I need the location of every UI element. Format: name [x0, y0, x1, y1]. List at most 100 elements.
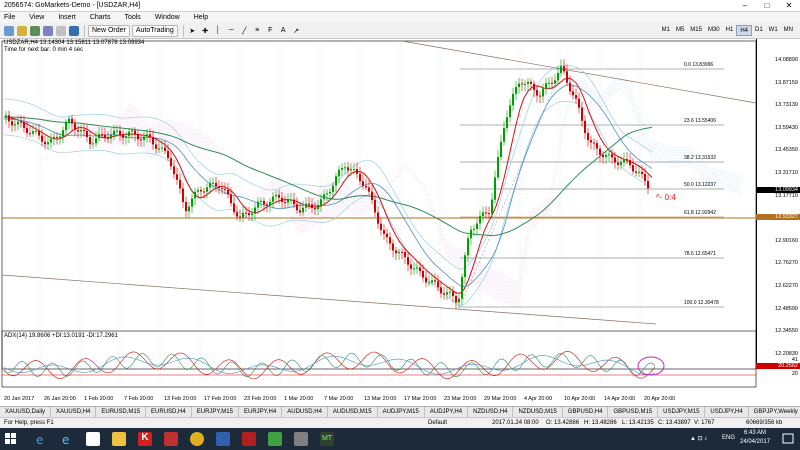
close-icon[interactable]: ✕ [778, 1, 800, 10]
new-order-button[interactable]: New Order [88, 24, 130, 37]
candle-body [464, 255, 466, 278]
cursor-icon[interactable]: ➤ [187, 25, 198, 37]
chart-tab[interactable]: NZDUSD,M15 [513, 407, 563, 417]
minimize-icon[interactable]: – [734, 1, 756, 10]
menu-help[interactable]: Help [194, 14, 208, 21]
chart-tab[interactable]: EURUSD,M15 [96, 407, 147, 417]
media-icon[interactable] [164, 432, 178, 446]
hline-price-label: 12.93327 [756, 214, 800, 220]
chart-tab[interactable]: EURJPY,M15 [192, 407, 239, 417]
price-tick: 13.17710 [775, 192, 798, 199]
chart-tab[interactable]: GBPUSD,M15 [608, 407, 659, 417]
edge-icon[interactable]: e [60, 432, 74, 447]
price-chart[interactable] [0, 39, 800, 406]
app-icon[interactable] [294, 432, 308, 446]
candle-body [485, 212, 487, 214]
tf-h1[interactable]: H1 [723, 25, 737, 36]
candle-body [641, 171, 643, 174]
candle-body [500, 141, 502, 158]
chart-tab[interactable]: XAUUSD,H4 [51, 407, 97, 417]
tf-h4[interactable]: H4 [736, 25, 752, 36]
autotrading-label: AutoTrading [135, 27, 174, 34]
candle-body [83, 129, 85, 132]
menu-insert[interactable]: Insert [58, 14, 76, 21]
price-tick: 12.90160 [775, 237, 798, 244]
menu-tools[interactable]: Tools [124, 14, 140, 21]
chart-tab[interactable]: GBPJPY,Weekly [749, 407, 800, 417]
word-icon[interactable] [216, 432, 230, 446]
candle-body [182, 188, 184, 203]
arrow-tool-icon[interactable]: ↗ [291, 25, 302, 37]
terminal-icon[interactable] [55, 25, 66, 37]
candle-body [455, 296, 457, 303]
fibonacci-icon[interactable]: F [265, 25, 276, 37]
ie-icon[interactable]: e [34, 432, 48, 447]
candle-body [527, 81, 529, 84]
store-icon[interactable] [86, 432, 100, 446]
chrome-icon[interactable] [190, 432, 204, 446]
new-chart-icon[interactable] [3, 25, 14, 37]
horizontal-line-icon[interactable]: ─ [226, 25, 237, 37]
chart-tab[interactable]: AUDUSD,H4 [282, 407, 328, 417]
candle-body [533, 83, 535, 90]
language-indicator[interactable]: ENG [722, 435, 735, 441]
chart-tab[interactable]: EURUSD,H4 [146, 407, 192, 417]
app-icon[interactable] [268, 432, 282, 446]
time-tick: 1 Mar 20:00 [284, 396, 314, 402]
chart-tab[interactable]: USDJPY,M15 [658, 407, 706, 417]
candle-body [491, 199, 493, 214]
tf-m1[interactable]: M1 [659, 25, 673, 36]
clock-time[interactable]: 6:43 AM [744, 430, 766, 436]
chart-tab[interactable]: USDJPY,H4 [705, 407, 749, 417]
maximize-icon[interactable]: □ [756, 1, 778, 10]
price-scale[interactable]: 14.08890 13.87159 13.73130 13.59430 13.45350… [756, 39, 800, 369]
menu-view[interactable]: View [29, 14, 44, 21]
chart-tab[interactable]: AUDUSD,M15 [328, 407, 378, 417]
chart-tab[interactable]: NZDUSD,H4 [468, 407, 514, 417]
market-watch-icon[interactable] [29, 25, 40, 37]
tf-d1[interactable]: D1 [752, 25, 766, 36]
candle-body [65, 122, 67, 131]
tf-w1[interactable]: W1 [766, 25, 781, 36]
menu-file[interactable]: File [4, 14, 15, 21]
menu-charts[interactable]: Charts [90, 14, 111, 21]
candle-body [173, 166, 175, 175]
price-tick: 13.45350 [775, 147, 798, 154]
windows-start-icon[interactable] [4, 432, 18, 446]
chart-tab[interactable]: EURJPY,H4 [239, 407, 283, 417]
tf-m5[interactable]: M5 [673, 25, 687, 36]
price-tick: 12.20830 [775, 350, 798, 357]
menu-window[interactable]: Window [155, 14, 180, 21]
crosshair-icon[interactable]: ✚ [200, 25, 211, 37]
candle-body [341, 167, 343, 170]
notification-icon[interactable] [782, 432, 794, 446]
window-title: 2056574: GoMarkets-Demo - [USDZAR,H4] [4, 2, 141, 9]
tf-mn[interactable]: MN [781, 25, 796, 36]
time-tick: 20 Jan 2017 [4, 396, 35, 402]
chart-tab[interactable]: XAUUSD,Daily [0, 407, 52, 417]
navigator-icon[interactable] [42, 25, 53, 37]
chart-tab[interactable]: GBPUSD,H4 [563, 407, 609, 417]
chart-tab[interactable]: AUDJPY,H4 [425, 407, 469, 417]
chart-tab[interactable]: AUDJPY,M15 [378, 407, 425, 417]
trendline-icon[interactable]: ╱ [239, 25, 250, 37]
autotrading-button[interactable]: AutoTrading [131, 24, 178, 37]
chart-window[interactable]: USDZAR,H4 13.14304 13.15811 13.07878 13.… [0, 39, 800, 406]
candle-body [593, 142, 595, 144]
metatrader-icon[interactable]: MT [320, 432, 334, 446]
app-icon[interactable] [242, 432, 256, 446]
file-explorer-icon[interactable] [112, 432, 126, 446]
profiles-icon[interactable] [16, 25, 27, 37]
kaspersky-icon[interactable]: K [138, 432, 152, 446]
traffic-counter: 60669/356 kb [746, 420, 783, 426]
text-tool-icon[interactable]: A [278, 25, 289, 37]
tray-icons[interactable]: ▲ ⊡ ♪ [690, 435, 707, 442]
vertical-line-icon[interactable]: │ [213, 25, 224, 37]
time-tick: 10 Apr 20:00 [564, 396, 596, 402]
clock-date[interactable]: 24/04/2017 [740, 439, 770, 445]
channel-icon[interactable]: ≡ [252, 25, 263, 37]
strategy-tester-icon[interactable] [68, 25, 79, 37]
tf-m15[interactable]: M15 [687, 25, 705, 36]
tf-m30[interactable]: M30 [705, 25, 723, 36]
candle-body [644, 173, 646, 181]
